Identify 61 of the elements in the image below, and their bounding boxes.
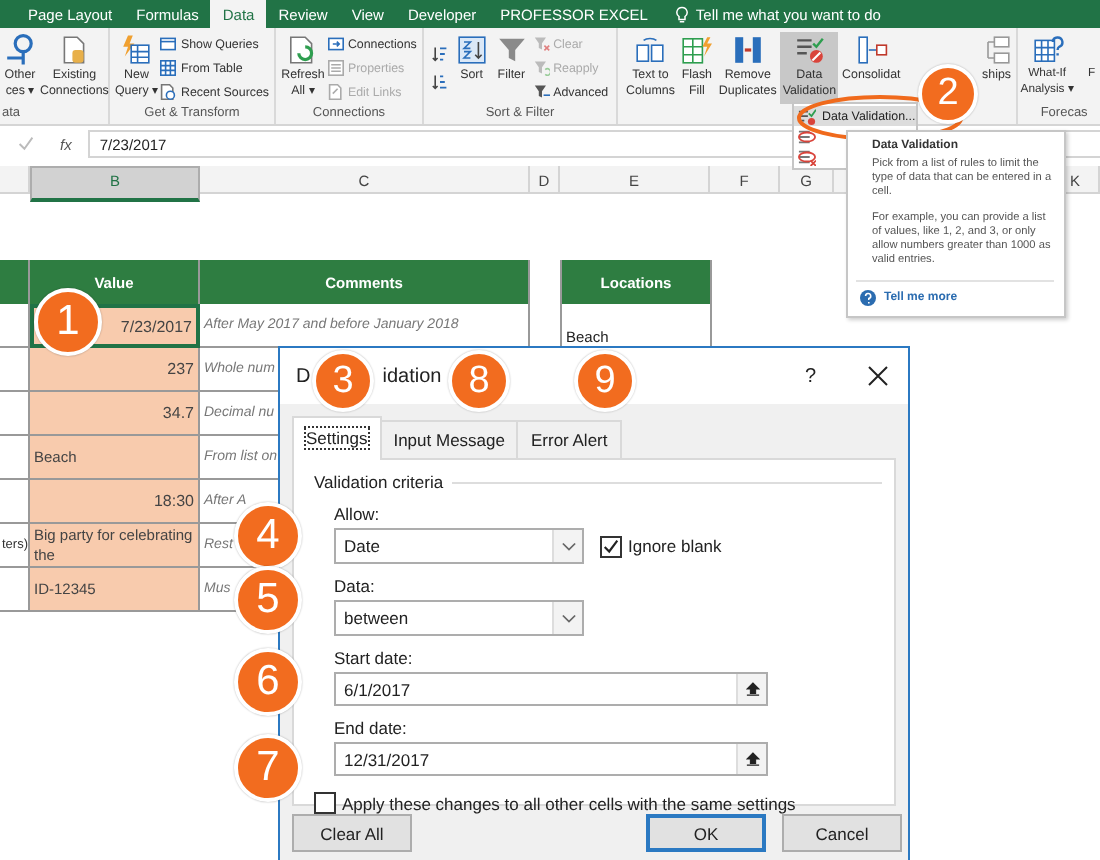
flash-fill-icon xyxy=(680,34,713,66)
dialog-button[interactable]: OK xyxy=(646,814,766,852)
table-icon xyxy=(160,60,177,76)
dialog-button[interactable]: Clear All xyxy=(292,814,412,852)
data-validation-icon xyxy=(793,34,826,66)
dialog-title: D xyxy=(296,365,311,387)
clock-document-icon xyxy=(160,84,177,100)
field-label: Data: xyxy=(334,576,377,596)
allow-dropdown[interactable]: Date xyxy=(334,528,584,564)
close-icon[interactable] xyxy=(868,366,888,386)
help-button[interactable]: ? xyxy=(804,365,816,387)
table-cell: 237 xyxy=(30,348,200,392)
help-icon xyxy=(860,290,876,306)
query-list-icon xyxy=(160,36,177,52)
chevron-down-icon xyxy=(561,613,575,623)
sort-ascending-icon[interactable] xyxy=(431,45,448,62)
what-if-icon xyxy=(1031,34,1064,66)
table-cell: 18:30 xyxy=(30,480,200,524)
data-validation-icon xyxy=(798,107,816,125)
checkmark-icon xyxy=(602,537,620,555)
step-number-badge: 6 xyxy=(234,648,302,716)
table-cell: 34.7 xyxy=(30,392,200,436)
dialog-title: idation xyxy=(382,365,442,387)
field-label: Start date: xyxy=(334,648,415,668)
dialog-tab[interactable]: Settings xyxy=(292,416,382,460)
filter-clear-icon xyxy=(533,36,550,52)
collapse-arrow-icon[interactable] xyxy=(745,682,759,696)
network-icon xyxy=(4,34,36,66)
apply-all-checkbox[interactable]: Apply these changes to all other cells with the same settings xyxy=(314,792,882,814)
end-date-field[interactable]: 12/31/2017 xyxy=(334,742,768,776)
remove-duplicates-icon xyxy=(731,34,764,66)
sort-descending-icon[interactable] xyxy=(431,74,448,91)
circle-invalid-icon xyxy=(798,127,816,145)
menu-item[interactable] xyxy=(794,126,820,146)
connections-icon xyxy=(327,36,344,52)
check-icon[interactable] xyxy=(18,136,34,152)
refresh-icon xyxy=(286,34,319,66)
start-date-field[interactable]: 6/1/2017 xyxy=(334,672,768,706)
filter-reapply-icon xyxy=(533,60,550,76)
properties-icon xyxy=(327,60,344,76)
chevron-down-icon xyxy=(561,541,575,551)
filter-icon xyxy=(495,34,528,66)
ignore-blank-checkbox[interactable]: Ignore blank xyxy=(600,535,722,557)
link-document-icon xyxy=(327,84,344,100)
menu-item[interactable] xyxy=(794,146,820,166)
header-cell xyxy=(0,260,30,304)
lightbulb-icon xyxy=(675,5,688,23)
split-columns-icon xyxy=(634,34,667,66)
filter-advanced-icon xyxy=(533,84,550,100)
dialog-button[interactable]: Cancel xyxy=(782,814,902,852)
field-label: End date: xyxy=(334,718,409,738)
data-dropdown[interactable]: between xyxy=(334,600,584,636)
clear-circles-icon xyxy=(798,147,816,165)
dialog-tab[interactable]: Error Alert xyxy=(516,420,622,458)
collapse-arrow-icon[interactable] xyxy=(745,752,759,766)
consolidate-icon xyxy=(855,34,888,66)
table-lightning-icon xyxy=(120,34,153,66)
sort-icon xyxy=(455,34,488,66)
step-number-badge: 5 xyxy=(234,566,302,634)
step-number-badge: 7 xyxy=(234,734,302,802)
field-label: Allow: xyxy=(334,504,382,524)
